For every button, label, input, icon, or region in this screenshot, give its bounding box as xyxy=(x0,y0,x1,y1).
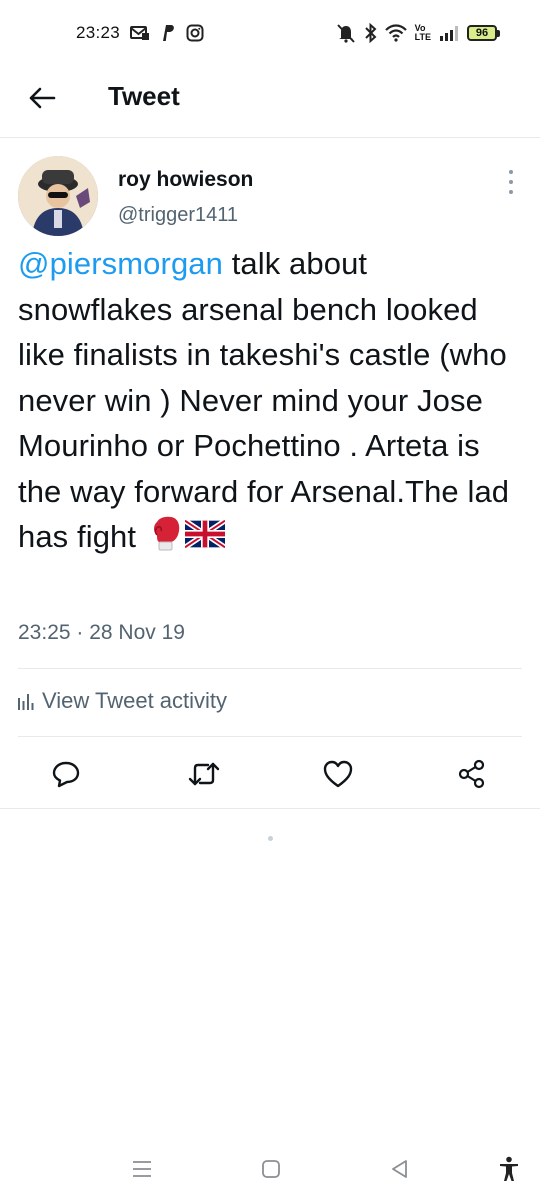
more-dot-icon xyxy=(509,170,513,174)
divider xyxy=(18,736,522,737)
accessibility-icon xyxy=(500,1156,518,1181)
share-button[interactable] xyxy=(454,756,490,792)
page-title: Tweet xyxy=(108,81,180,111)
author-handle[interactable]: @trigger1411 xyxy=(118,204,238,227)
accessibility-button[interactable] xyxy=(494,1154,524,1184)
menu-icon xyxy=(133,1161,151,1177)
more-dot-icon xyxy=(509,180,513,184)
tweet-text: @piersmorgan talk about snowflakes arsen… xyxy=(18,241,523,563)
mention-link[interactable]: @piersmorgan xyxy=(18,246,223,281)
reply-button[interactable] xyxy=(48,756,84,792)
heart-icon xyxy=(323,760,353,788)
loading-indicator xyxy=(268,836,273,841)
divider xyxy=(18,668,522,669)
status-right: Vo LTE 96 xyxy=(335,23,500,43)
signal-icon xyxy=(439,25,459,41)
author-name[interactable]: roy howieson xyxy=(118,168,253,192)
share-icon xyxy=(458,759,485,789)
volte-bottom: LTE xyxy=(414,32,431,42)
instagram-icon xyxy=(186,24,204,42)
back-triangle-icon xyxy=(392,1160,407,1178)
app-header: Tweet xyxy=(0,66,540,138)
back-button[interactable] xyxy=(26,82,58,114)
bar-chart-icon xyxy=(18,694,34,710)
status-left: 23:23 xyxy=(76,23,204,43)
retweet-icon xyxy=(188,762,220,786)
system-back-button[interactable] xyxy=(385,1154,415,1184)
status-time: 23:23 xyxy=(76,23,121,42)
system-nav-bar xyxy=(0,1140,540,1200)
volte-indicator: Vo LTE xyxy=(415,24,431,42)
tweet-timestamp[interactable]: 23:25 · 28 Nov 19 xyxy=(18,621,185,645)
mute-bell-icon xyxy=(335,23,357,43)
like-button[interactable] xyxy=(320,756,356,792)
home-button[interactable] xyxy=(256,1154,286,1184)
union-jack-flag-icon xyxy=(183,516,227,562)
view-tweet-activity-link[interactable]: View Tweet activity xyxy=(18,688,227,714)
tweet-body: talk about snowflakes arsenal bench look… xyxy=(18,246,510,554)
more-options-button[interactable] xyxy=(506,170,516,194)
battery-icon: 96 xyxy=(467,25,500,41)
status-bar: 23:23 Vo LTE 96 xyxy=(0,0,540,66)
view-tweet-activity-label: View Tweet activity xyxy=(42,688,228,713)
more-dot-icon xyxy=(509,190,513,194)
tweet-actions xyxy=(0,756,540,796)
avatar[interactable] xyxy=(18,156,98,236)
back-arrow-icon xyxy=(29,87,56,109)
recent-apps-button[interactable] xyxy=(127,1154,157,1184)
home-square-icon xyxy=(262,1160,280,1178)
paypal-icon xyxy=(160,24,176,42)
notification-mail-icon xyxy=(130,25,150,41)
battery-level: 96 xyxy=(467,25,497,41)
bluetooth-icon xyxy=(364,23,377,43)
wifi-icon xyxy=(384,24,407,42)
divider xyxy=(0,808,540,809)
reply-icon xyxy=(52,761,80,788)
retweet-button[interactable] xyxy=(186,756,222,792)
boxing-glove-icon xyxy=(151,515,181,564)
